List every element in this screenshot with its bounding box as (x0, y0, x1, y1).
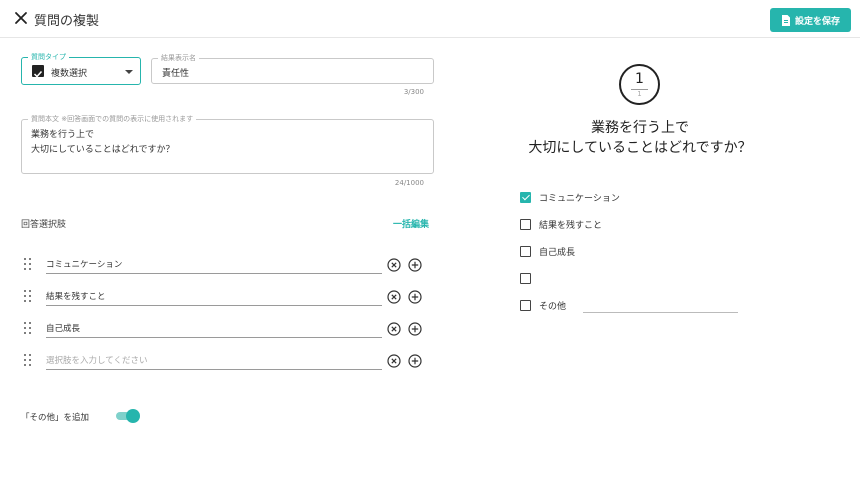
new-choice-input[interactable]: 選択肢を入力してください (46, 350, 382, 370)
preview-option[interactable]: コミュニケーション (520, 190, 620, 204)
preview-option-other[interactable]: その他 (520, 298, 566, 312)
choice-input[interactable]: 自己成長 (46, 318, 382, 338)
preview-question-line-1: 業務を行う上で (591, 120, 689, 136)
remove-circle-icon[interactable] (387, 257, 401, 272)
add-circle-icon[interactable] (408, 289, 422, 304)
preview-option[interactable]: 結果を残すこと (520, 217, 602, 231)
remove-circle-icon[interactable] (387, 321, 401, 336)
question-number: 1 (635, 71, 644, 87)
checkbox-checked-icon (520, 191, 531, 203)
question-text-legend: 質問本文 ※回答画面での質問の表示に使用されます (28, 114, 197, 124)
result-name-counter: 3/300 (403, 88, 424, 96)
checkbox-icon (32, 65, 44, 78)
question-total: 1 (637, 90, 642, 98)
save-settings-button[interactable]: 設定を保存 (770, 8, 851, 32)
question-type-legend: 質問タイプ (28, 52, 69, 62)
preview-option-label: コミュニケーション (539, 193, 620, 204)
drag-handle-icon[interactable] (24, 258, 32, 270)
choice-row: 選択肢を入力してください (21, 350, 434, 372)
choice-input[interactable]: 結果を残すこと (46, 286, 382, 306)
choice-input[interactable]: コミュニケーション (46, 254, 382, 274)
checkbox-icon (520, 245, 531, 257)
bulk-edit-link[interactable]: 一括編集 (393, 217, 429, 230)
question-number-badge: 1 1 (619, 64, 660, 105)
choice-row: コミュニケーション (21, 254, 434, 276)
result-name-value: 責任性 (162, 69, 190, 79)
save-icon (781, 14, 791, 26)
checkbox-icon (520, 299, 531, 311)
preview-question-text: 業務を行う上で 大切にしていることはどれですか？ (460, 118, 820, 158)
question-type-select[interactable]: 質問タイプ 複数選択 (21, 52, 141, 85)
question-text-field[interactable]: 質問本文 ※回答画面での質問の表示に使用されます 業務を行う上で 大切にしている… (21, 114, 434, 174)
preview-option-label: 自己成長 (539, 247, 576, 258)
preview-option-label: 結果を残すこと (539, 220, 603, 231)
preview-option-label: その他 (539, 301, 567, 312)
choice-row: 自己成長 (21, 318, 434, 340)
checkbox-icon (520, 218, 531, 230)
other-text-input[interactable] (583, 312, 738, 313)
add-other-toggle[interactable] (116, 409, 140, 423)
remove-circle-icon[interactable] (387, 289, 401, 304)
result-name-field[interactable]: 結果表示名 責任性 (151, 53, 434, 84)
checkbox-icon (520, 272, 531, 284)
drag-handle-icon[interactable] (24, 322, 32, 334)
preview-option[interactable] (520, 271, 539, 285)
preview-option[interactable]: 自己成長 (520, 244, 575, 258)
add-other-label: 「その他」を追加 (21, 413, 90, 423)
drag-handle-icon[interactable] (24, 290, 32, 302)
preview-question-line-2: 大切にしていることはどれですか？ (528, 140, 752, 156)
question-text-value: 業務を行う上で 大切にしていることはどれですか？ (31, 128, 174, 158)
choice-row: 結果を残すこと (21, 286, 434, 308)
question-type-value: 複数選択 (51, 69, 88, 79)
question-text-line-1: 業務を行う上で (31, 130, 95, 140)
save-button-label: 設定を保存 (794, 16, 840, 27)
page-title: 質問の複製 (34, 14, 100, 29)
add-circle-icon[interactable] (408, 257, 422, 272)
toggle-knob (126, 409, 140, 423)
question-text-counter: 24/1000 (394, 179, 424, 187)
add-circle-icon[interactable] (408, 321, 422, 336)
close-icon[interactable] (13, 10, 29, 26)
remove-circle-icon[interactable] (387, 353, 401, 368)
add-circle-icon[interactable] (408, 353, 422, 368)
choices-section-title: 回答選択肢 (21, 220, 67, 230)
question-text-line-2: 大切にしていることはどれですか？ (31, 145, 175, 155)
top-bar: 質問の複製 設定を保存 (0, 0, 860, 38)
caret-down-icon (125, 70, 133, 74)
result-name-legend: 結果表示名 (158, 53, 199, 63)
drag-handle-icon[interactable] (24, 354, 32, 366)
